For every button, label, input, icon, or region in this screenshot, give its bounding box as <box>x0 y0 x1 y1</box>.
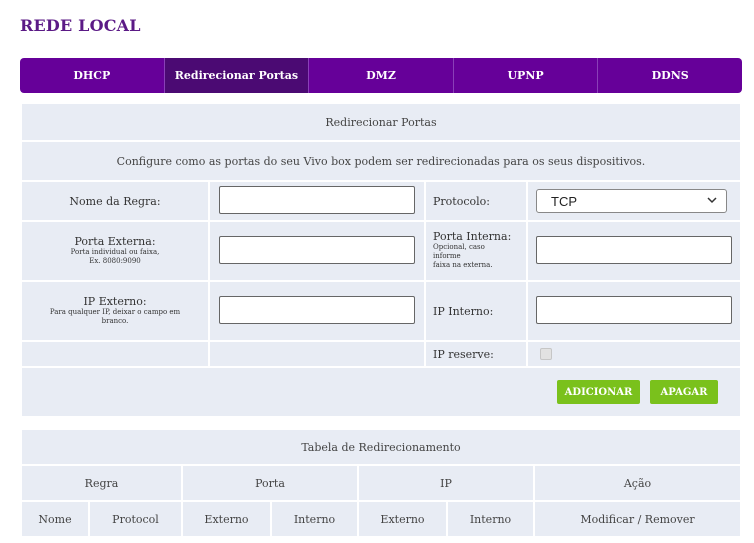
external-ip-hint-2: branco. <box>101 317 129 325</box>
internal-port-hint-3: faixa na externa. <box>433 261 493 269</box>
external-port-label: Porta Externa: <box>74 235 156 248</box>
external-port-hint: Porta individual ou faixa, <box>70 248 160 256</box>
table-title: Tabela de Redirecionamento <box>22 430 740 464</box>
table-group-ip: IP <box>359 466 533 500</box>
tab-redirecionar-portas[interactable]: Redirecionar Portas <box>164 58 310 93</box>
table-group-rule: Regra <box>22 466 181 500</box>
external-port-label-cell: Porta Externa: Porta individual ou faixa… <box>22 222 208 280</box>
column-header-name: Nome <box>22 502 88 536</box>
internal-port-label: Porta Interna: <box>433 230 512 243</box>
table-group-port: Porta <box>183 466 357 500</box>
external-ip-label: IP Externo: <box>83 295 147 308</box>
rule-name-input[interactable] <box>219 186 415 214</box>
chevron-down-icon <box>707 197 717 204</box>
internal-port-input[interactable] <box>536 236 732 264</box>
ip-reserve-empty-cell <box>22 342 208 366</box>
tab-dmz[interactable]: DMZ <box>309 58 454 93</box>
rule-name-label: Nome da Regra: <box>22 182 208 220</box>
column-header-ip-external: Externo <box>359 502 446 536</box>
ip-reserve-cell <box>528 342 740 366</box>
protocol-select[interactable]: TCP <box>536 189 727 213</box>
internal-ip-label: IP Interno: <box>426 282 526 340</box>
protocol-select-value: TCP <box>551 193 577 209</box>
tab-ddns[interactable]: DDNS <box>598 58 742 93</box>
column-header-ip-internal: Interno <box>448 502 533 536</box>
internal-port-label-cell: Porta Interna: Opcional, caso informe fa… <box>426 222 526 280</box>
tab-upnp[interactable]: UPNP <box>454 58 599 93</box>
external-ip-label-cell: IP Externo: Para qualquer IP, deixar o c… <box>22 282 208 340</box>
table-group-action: Ação <box>535 466 740 500</box>
external-ip-input[interactable] <box>219 296 415 324</box>
form-header: Redirecionar Portas <box>22 104 740 140</box>
internal-ip-input[interactable] <box>536 296 732 324</box>
column-header-port-internal: Interno <box>272 502 357 536</box>
column-header-port-external: Externo <box>183 502 270 536</box>
internal-port-hint-2: informe <box>433 252 461 260</box>
ip-reserve-empty-cell-2 <box>210 342 424 366</box>
tab-dhcp[interactable]: DHCP <box>20 58 165 93</box>
form-description: Configure como as portas do seu Vivo box… <box>22 142 740 180</box>
external-port-hint-example: Ex. 8080:9090 <box>89 257 141 265</box>
protocol-label: Protocolo: <box>426 182 526 220</box>
page-title: REDE LOCAL <box>20 16 141 35</box>
add-button[interactable]: ADICIONAR <box>557 380 640 404</box>
tab-bar: DHCP Redirecionar Portas DMZ UPNP DDNS <box>20 58 742 93</box>
external-ip-hint-1: Para qualquer IP, deixar o campo em <box>49 308 181 316</box>
internal-port-hint-1: Opcional, caso <box>433 243 485 251</box>
external-port-input[interactable] <box>219 236 415 264</box>
ip-reserve-label: IP reserve: <box>426 342 526 366</box>
clear-button[interactable]: APAGAR <box>650 380 718 404</box>
column-header-protocol: Protocol <box>90 502 181 536</box>
ip-reserve-checkbox[interactable] <box>540 348 552 360</box>
column-header-action: Modificar / Remover <box>535 502 740 536</box>
